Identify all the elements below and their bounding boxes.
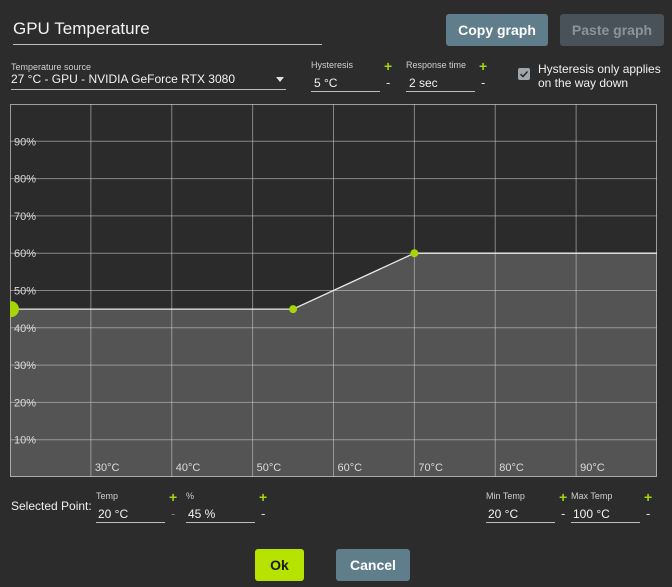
max-temp-label: Max Temp: [571, 491, 613, 501]
max-temp-input[interactable]: 100 °C: [571, 504, 640, 523]
graph-title-input[interactable]: GPU Temperature: [13, 14, 322, 45]
selected-temp-input[interactable]: 20 °C: [96, 504, 165, 523]
y-tick-label: 70%: [14, 211, 36, 223]
fan-curve-graph[interactable]: 90% 80% 70% 60% 50% 40% 30% 20% 10% 30°C 40°C 50°C 6…: [3, 104, 657, 477]
y-tick-label: 20%: [14, 397, 36, 409]
x-tick-label: 70°C: [418, 462, 443, 474]
selected-percent-plus-icon[interactable]: +: [259, 490, 267, 504]
hysteresis-plus-icon[interactable]: +: [384, 59, 392, 73]
response-time-label: Response time: [406, 60, 467, 70]
hysteresis-down-label-line2: on the way down: [538, 76, 629, 90]
hysteresis-value: 5 °C: [314, 76, 338, 90]
max-temp-minus-icon[interactable]: -: [646, 507, 650, 520]
selected-percent-input[interactable]: 45 %: [186, 504, 255, 523]
y-tick-label: 90%: [14, 136, 36, 148]
min-temp-input[interactable]: 20 °C: [486, 504, 555, 523]
hysteresis-label: Hysteresis: [311, 60, 354, 70]
min-temp-label: Min Temp: [486, 491, 525, 501]
selected-temp-minus-icon[interactable]: -: [171, 507, 175, 520]
paste-graph-button: Paste graph: [560, 14, 664, 46]
min-temp-plus-icon[interactable]: +: [559, 490, 567, 504]
hysteresis-down-label-line1: Hysteresis only applies: [538, 62, 661, 76]
fan-curve-chart[interactable]: 90% 80% 70% 60% 50% 40% 30% 20% 10% 30°C 40°C 50°C 6…: [3, 104, 657, 477]
selected-temp-label: Temp: [96, 491, 119, 501]
min-temp-minus-icon[interactable]: -: [561, 507, 565, 520]
x-tick-label: 80°C: [499, 462, 524, 474]
y-tick-label: 60%: [14, 248, 36, 260]
x-tick-label: 30°C: [95, 462, 120, 474]
cancel-button[interactable]: Cancel: [336, 549, 410, 581]
x-tick-label: 90°C: [580, 462, 605, 474]
hysteresis-input[interactable]: 5 °C: [311, 73, 380, 92]
curve-point[interactable]: [410, 249, 419, 258]
selected-percent-value: 45 %: [188, 507, 216, 521]
hysteresis-down-label: Hysteresis only applies on the way down: [538, 62, 661, 90]
ok-button[interactable]: Ok: [255, 549, 304, 581]
curve-point[interactable]: [289, 305, 298, 314]
min-temp-value: 20 °C: [488, 507, 519, 521]
temperature-source-select[interactable]: 27 °C - GPU - NVIDIA GeForce RTX 3080: [11, 71, 286, 90]
y-tick-label: 10%: [14, 435, 36, 447]
x-tick-label: 40°C: [176, 462, 201, 474]
selected-percent-label: %: [186, 491, 195, 501]
response-time-minus-icon[interactable]: -: [481, 76, 485, 89]
response-time-plus-icon[interactable]: +: [479, 59, 487, 73]
y-tick-label: 80%: [14, 174, 36, 186]
y-tick-label: 30%: [14, 360, 36, 372]
hysteresis-minus-icon[interactable]: -: [386, 76, 390, 89]
selected-temp-plus-icon[interactable]: +: [169, 490, 177, 504]
copy-graph-button[interactable]: Copy graph: [446, 14, 548, 46]
temperature-source-value: 27 °C - GPU - NVIDIA GeForce RTX 3080: [11, 72, 235, 86]
max-temp-value: 100 °C: [573, 507, 610, 521]
max-temp-plus-icon[interactable]: +: [644, 490, 652, 504]
selected-temp-value: 20 °C: [98, 507, 129, 521]
x-tick-label: 50°C: [257, 462, 282, 474]
response-time-input[interactable]: 2 sec: [406, 73, 475, 92]
response-time-value: 2 sec: [409, 76, 438, 90]
x-tick-label: 60°C: [338, 462, 363, 474]
hysteresis-down-checkbox[interactable]: [518, 68, 530, 80]
selected-percent-minus-icon[interactable]: -: [261, 507, 265, 520]
chevron-down-icon: [276, 77, 284, 82]
y-tick-label: 50%: [14, 286, 36, 298]
checkmark-icon: [519, 70, 529, 78]
y-tick-label: 40%: [14, 323, 36, 335]
selected-point-label: Selected Point:: [11, 499, 92, 513]
